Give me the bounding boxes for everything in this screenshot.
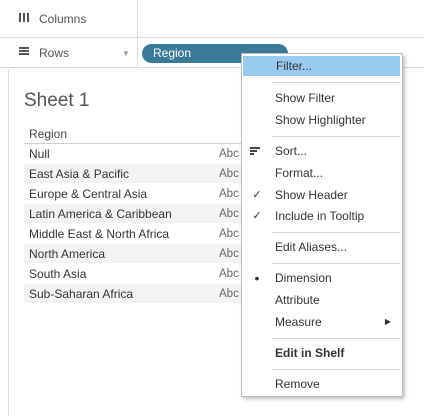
region-cell: North America <box>29 247 106 261</box>
table-row[interactable]: Sub-Saharan Africa Abc <box>24 284 254 304</box>
checkmark-icon: ✓ <box>252 210 262 222</box>
abc-mark: Abc <box>219 188 239 200</box>
checkmark-icon: ✓ <box>252 189 262 201</box>
table-row[interactable]: South Asia Abc <box>24 264 254 284</box>
menu-separator <box>272 263 400 264</box>
menu-item-measure[interactable]: Measure ▶ <box>242 312 402 332</box>
columns-shelf-label: Columns <box>0 0 138 37</box>
menu-separator <box>272 136 400 137</box>
table-row[interactable]: Middle East & North Africa Abc <box>24 224 254 244</box>
table-row[interactable]: East Asia & Pacific Abc <box>24 164 254 184</box>
menu-item-sort[interactable]: Sort... <box>242 141 402 161</box>
abc-mark: Abc <box>219 268 239 280</box>
submenu-arrow-icon: ▶ <box>384 317 391 326</box>
abc-mark: Abc <box>219 148 239 160</box>
region-table: Region Null Abc East Asia & Pacific Abc Eu… <box>24 124 254 304</box>
region-cell: Europe & Central Asia <box>29 187 148 201</box>
menu-item-format[interactable]: Format... <box>242 163 402 183</box>
region-cell: Latin America & Caribbean <box>29 207 172 221</box>
menu-item-measure-label: Measure <box>275 315 322 329</box>
sort-icon <box>250 147 260 156</box>
menu-item-dimension-label: Dimension <box>275 271 332 285</box>
menu-item-show-header-label: Show Header <box>275 188 348 202</box>
region-cell: South Asia <box>29 267 87 281</box>
rows-shelf-label: Rows ▼ <box>0 38 138 67</box>
columns-icon <box>18 11 32 26</box>
menu-item-remove[interactable]: Remove <box>242 374 402 394</box>
columns-shelf[interactable]: Columns <box>0 0 424 38</box>
region-cell: East Asia & Pacific <box>29 167 130 181</box>
table-row[interactable]: Null Abc <box>24 144 254 164</box>
menu-item-sort-label: Sort... <box>275 144 308 158</box>
menu-item-filter[interactable]: Filter... <box>243 56 400 76</box>
abc-mark: Abc <box>219 208 239 220</box>
columns-drop-area[interactable] <box>139 0 424 37</box>
chevron-down-icon[interactable]: ▼ <box>122 49 130 58</box>
table-row[interactable]: North America Abc <box>24 244 254 264</box>
context-menu: Filter... Show Filter Show Highlighter S… <box>241 53 403 397</box>
rows-label-text: Rows <box>39 45 70 60</box>
table-row[interactable]: Latin America & Caribbean Abc <box>24 204 254 224</box>
menu-separator <box>272 232 400 233</box>
abc-mark: Abc <box>219 228 239 240</box>
menu-item-include-tooltip[interactable]: ✓ Include in Tooltip <box>242 206 402 226</box>
abc-mark: Abc <box>219 168 239 180</box>
columns-label-text: Columns <box>39 11 87 26</box>
menu-separator <box>272 338 400 339</box>
left-panel-edge <box>0 70 9 416</box>
menu-item-attribute[interactable]: Attribute <box>242 290 402 310</box>
abc-mark: Abc <box>219 248 239 260</box>
menu-item-show-filter[interactable]: Show Filter <box>242 88 402 108</box>
rows-icon <box>18 45 32 60</box>
menu-item-include-tooltip-label: Include in Tooltip <box>275 209 365 223</box>
abc-mark: Abc <box>219 288 239 300</box>
bullet-icon: • <box>254 270 260 286</box>
menu-item-show-header[interactable]: ✓ Show Header <box>242 185 402 205</box>
menu-item-dimension[interactable]: • Dimension <box>242 268 402 288</box>
region-cell: Null <box>29 147 50 161</box>
menu-item-edit-aliases[interactable]: Edit Aliases... <box>242 237 402 257</box>
menu-separator <box>272 369 400 370</box>
region-cell: Middle East & North Africa <box>29 227 170 241</box>
menu-separator <box>272 82 400 83</box>
region-cell: Sub-Saharan Africa <box>29 287 134 301</box>
table-row[interactable]: Europe & Central Asia Abc <box>24 184 254 204</box>
menu-item-show-highlighter[interactable]: Show Highlighter <box>242 110 402 130</box>
sheet-title: Sheet 1 <box>24 90 90 111</box>
column-header-region[interactable]: Region <box>24 124 254 144</box>
menu-item-edit-in-shelf[interactable]: Edit in Shelf <box>242 343 402 363</box>
